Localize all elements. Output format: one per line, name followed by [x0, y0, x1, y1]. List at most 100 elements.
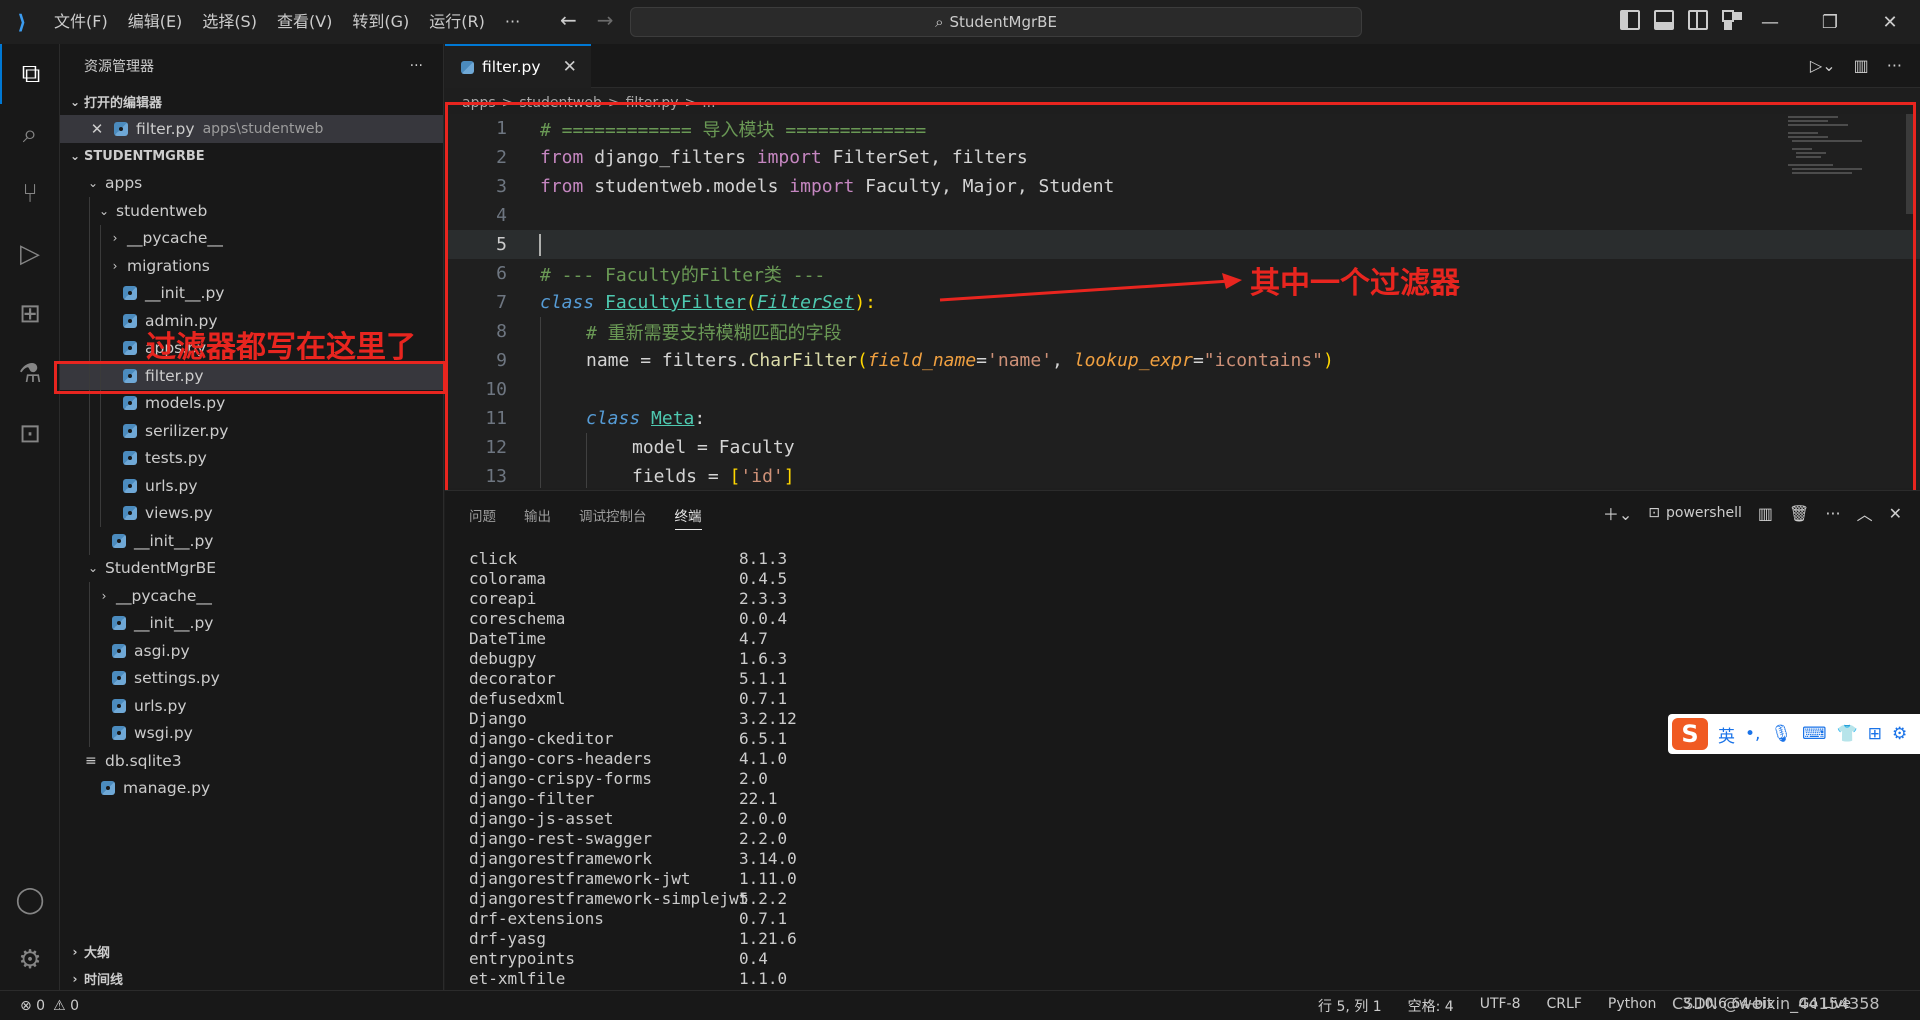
close-window-button[interactable]: ✕ [1860, 0, 1920, 44]
encoding[interactable]: UTF-8 [1480, 996, 1521, 1016]
tree-item[interactable]: views.py [60, 499, 443, 527]
terminal-view-icon[interactable]: ⊡ [0, 404, 60, 464]
account-icon[interactable]: ◯ [0, 870, 60, 930]
toggle-primary-sidebar-icon[interactable] [1620, 10, 1640, 30]
close-panel-icon[interactable]: ✕ [1889, 504, 1902, 523]
tab-output[interactable]: 输出 [524, 505, 551, 530]
search-view-icon[interactable]: ⌕ [0, 104, 60, 164]
tree-item[interactable]: settings.py [60, 664, 443, 692]
breadcrumb-studentweb[interactable]: studentweb [519, 95, 601, 111]
tree-item[interactable]: models.py [60, 389, 443, 417]
close-icon[interactable]: ✕ [86, 120, 108, 138]
tree-item[interactable]: urls.py [60, 472, 443, 500]
tab-debug-console[interactable]: 调试控制台 [579, 505, 647, 530]
extensions-icon[interactable]: ⊞ [0, 284, 60, 344]
errors-count[interactable]: ⊗ 0 [20, 998, 45, 1014]
toggle-secondary-sidebar-icon[interactable] [1688, 10, 1708, 30]
open-editors-header[interactable]: ⌄ 打开的编辑器 [60, 88, 443, 115]
menu-run[interactable]: 运行(R) [419, 0, 495, 44]
skin-icon[interactable]: 👕 [1837, 724, 1858, 744]
restore-button[interactable]: ❐ [1800, 0, 1860, 44]
tree-item[interactable]: › __pycache__ [60, 582, 443, 610]
trash-icon[interactable]: 🗑 [1789, 504, 1809, 523]
tree-item[interactable]: ⌄ StudentMgrBE [60, 555, 443, 583]
tree-item[interactable]: › migrations [60, 252, 443, 280]
menu-go[interactable]: 转到(G) [342, 0, 419, 44]
code-line[interactable]: 2 from django_filters import FilterSet, … [445, 143, 1920, 172]
source-control-icon[interactable]: ⑂ [0, 164, 60, 224]
terminal-output[interactable]: click 8.1.3 colorama 0.4.5 coreapi 2.3.3 cores… [469, 549, 797, 989]
tab-filter-py[interactable]: filter.py ✕ [445, 44, 591, 88]
code-line[interactable]: 12 model = Faculty [445, 433, 1920, 462]
code-line[interactable]: 4 [445, 201, 1920, 230]
tree-item[interactable]: serilizer.py [60, 417, 443, 445]
tree-item[interactable]: filter.py [60, 362, 443, 390]
split-editor-icon[interactable]: ▥ [1854, 56, 1869, 75]
code-line-current[interactable]: 5 [445, 230, 1920, 259]
code-line[interactable]: 11 class Meta: [445, 404, 1920, 433]
tree-item[interactable]: __init__.py [60, 279, 443, 307]
tab-problems[interactable]: 问题 [469, 505, 496, 530]
maximize-panel-icon[interactable]: ︿ [1857, 501, 1873, 525]
ime-language[interactable]: 英 [1718, 722, 1735, 747]
forward-arrow-icon[interactable]: → [597, 8, 614, 32]
explorer-more-button[interactable]: ··· [410, 58, 423, 74]
customize-layout-icon[interactable] [1722, 10, 1742, 30]
outline-header[interactable]: › 大纲 [60, 938, 443, 965]
tree-item[interactable]: ⌄ studentweb [60, 197, 443, 225]
menu-edit[interactable]: 编辑(E) [118, 0, 193, 44]
toolbox-icon[interactable]: ⊞ [1868, 724, 1882, 744]
code-line[interactable]: 3 from studentweb.models import Faculty,… [445, 172, 1920, 201]
cursor-position[interactable]: 行 5, 列 1 [1318, 996, 1382, 1016]
project-header[interactable]: ⌄ STUDENTMGRBE [60, 143, 443, 170]
timeline-header[interactable]: › 时间线 [60, 965, 443, 992]
tree-item[interactable]: ≡ db.sqlite3 [60, 747, 443, 775]
code-line[interactable]: 9 name = filters.CharFilter(field_name='… [445, 346, 1920, 375]
tree-item[interactable]: asgi.py [60, 637, 443, 665]
toggle-panel-icon[interactable] [1654, 10, 1674, 30]
microphone-icon[interactable]: 🎙 [1770, 724, 1792, 744]
code-line[interactable]: 10 [445, 375, 1920, 404]
menu-selection[interactable]: 选择(S) [192, 0, 267, 44]
line-ending[interactable]: CRLF [1547, 996, 1582, 1016]
code-line[interactable]: 1 # ============ 导入模块 ============= [445, 114, 1920, 143]
tree-item[interactable]: › __pycache__ [60, 224, 443, 252]
tree-item[interactable]: wsgi.py [60, 719, 443, 747]
tree-item[interactable]: tests.py [60, 444, 443, 472]
menu-more[interactable]: ··· [495, 0, 530, 44]
menu-view[interactable]: 查看(V) [267, 0, 342, 44]
explorer-icon[interactable]: ⧉ [0, 44, 60, 104]
tree-item[interactable]: urls.py [60, 692, 443, 720]
breadcrumb-apps[interactable]: apps [462, 95, 496, 111]
run-debug-icon[interactable]: ▷ [0, 224, 60, 284]
ime-toolbar[interactable]: S 英 •, 🎙 ⌨ 👕 ⊞ ⚙ [1668, 714, 1920, 754]
new-terminal-icon[interactable]: ＋⌄ [1603, 501, 1632, 525]
punctuation-icon[interactable]: •, [1745, 724, 1760, 744]
tree-item[interactable]: __init__.py [60, 609, 443, 637]
open-editor-item[interactable]: ✕ filter.py apps\studentweb [60, 115, 443, 143]
ime-settings-icon[interactable]: ⚙ [1892, 724, 1907, 744]
minimap[interactable] [1788, 114, 1908, 194]
tree-item[interactable]: ⌄ apps [60, 170, 443, 198]
tree-item[interactable]: manage.py [60, 775, 443, 803]
split-terminal-icon[interactable]: ▥ [1758, 504, 1773, 523]
editor-scrollbar[interactable] [1906, 114, 1916, 214]
keyboard-icon[interactable]: ⌨ [1802, 724, 1827, 744]
settings-gear-icon[interactable]: ⚙ [0, 930, 60, 990]
run-python-icon[interactable]: ▷⌄ [1810, 56, 1836, 75]
panel-more-icon[interactable]: ··· [1825, 504, 1840, 523]
language-mode[interactable]: Python [1608, 996, 1657, 1016]
breadcrumb-file[interactable]: filter.py [626, 95, 679, 111]
tab-close-icon[interactable]: ✕ [563, 57, 577, 77]
indentation[interactable]: 空格: 4 [1408, 996, 1454, 1016]
testing-flask-icon[interactable]: ⚗ [0, 344, 60, 404]
minimize-button[interactable]: — [1740, 0, 1800, 44]
warnings-count[interactable]: ⚠ 0 [53, 998, 79, 1014]
code-line[interactable]: 13 fields = ['id'] [445, 462, 1920, 488]
editor-more-icon[interactable]: ··· [1887, 56, 1902, 75]
breadcrumb-symbol[interactable]: ... [702, 95, 715, 111]
menu-file[interactable]: 文件(F) [44, 0, 118, 44]
terminal-selector[interactable]: ⊡ powershell [1648, 505, 1742, 521]
code-line[interactable]: 8 # 重新需要支持模糊匹配的字段 [445, 317, 1920, 346]
tree-item[interactable]: __init__.py [60, 527, 443, 555]
